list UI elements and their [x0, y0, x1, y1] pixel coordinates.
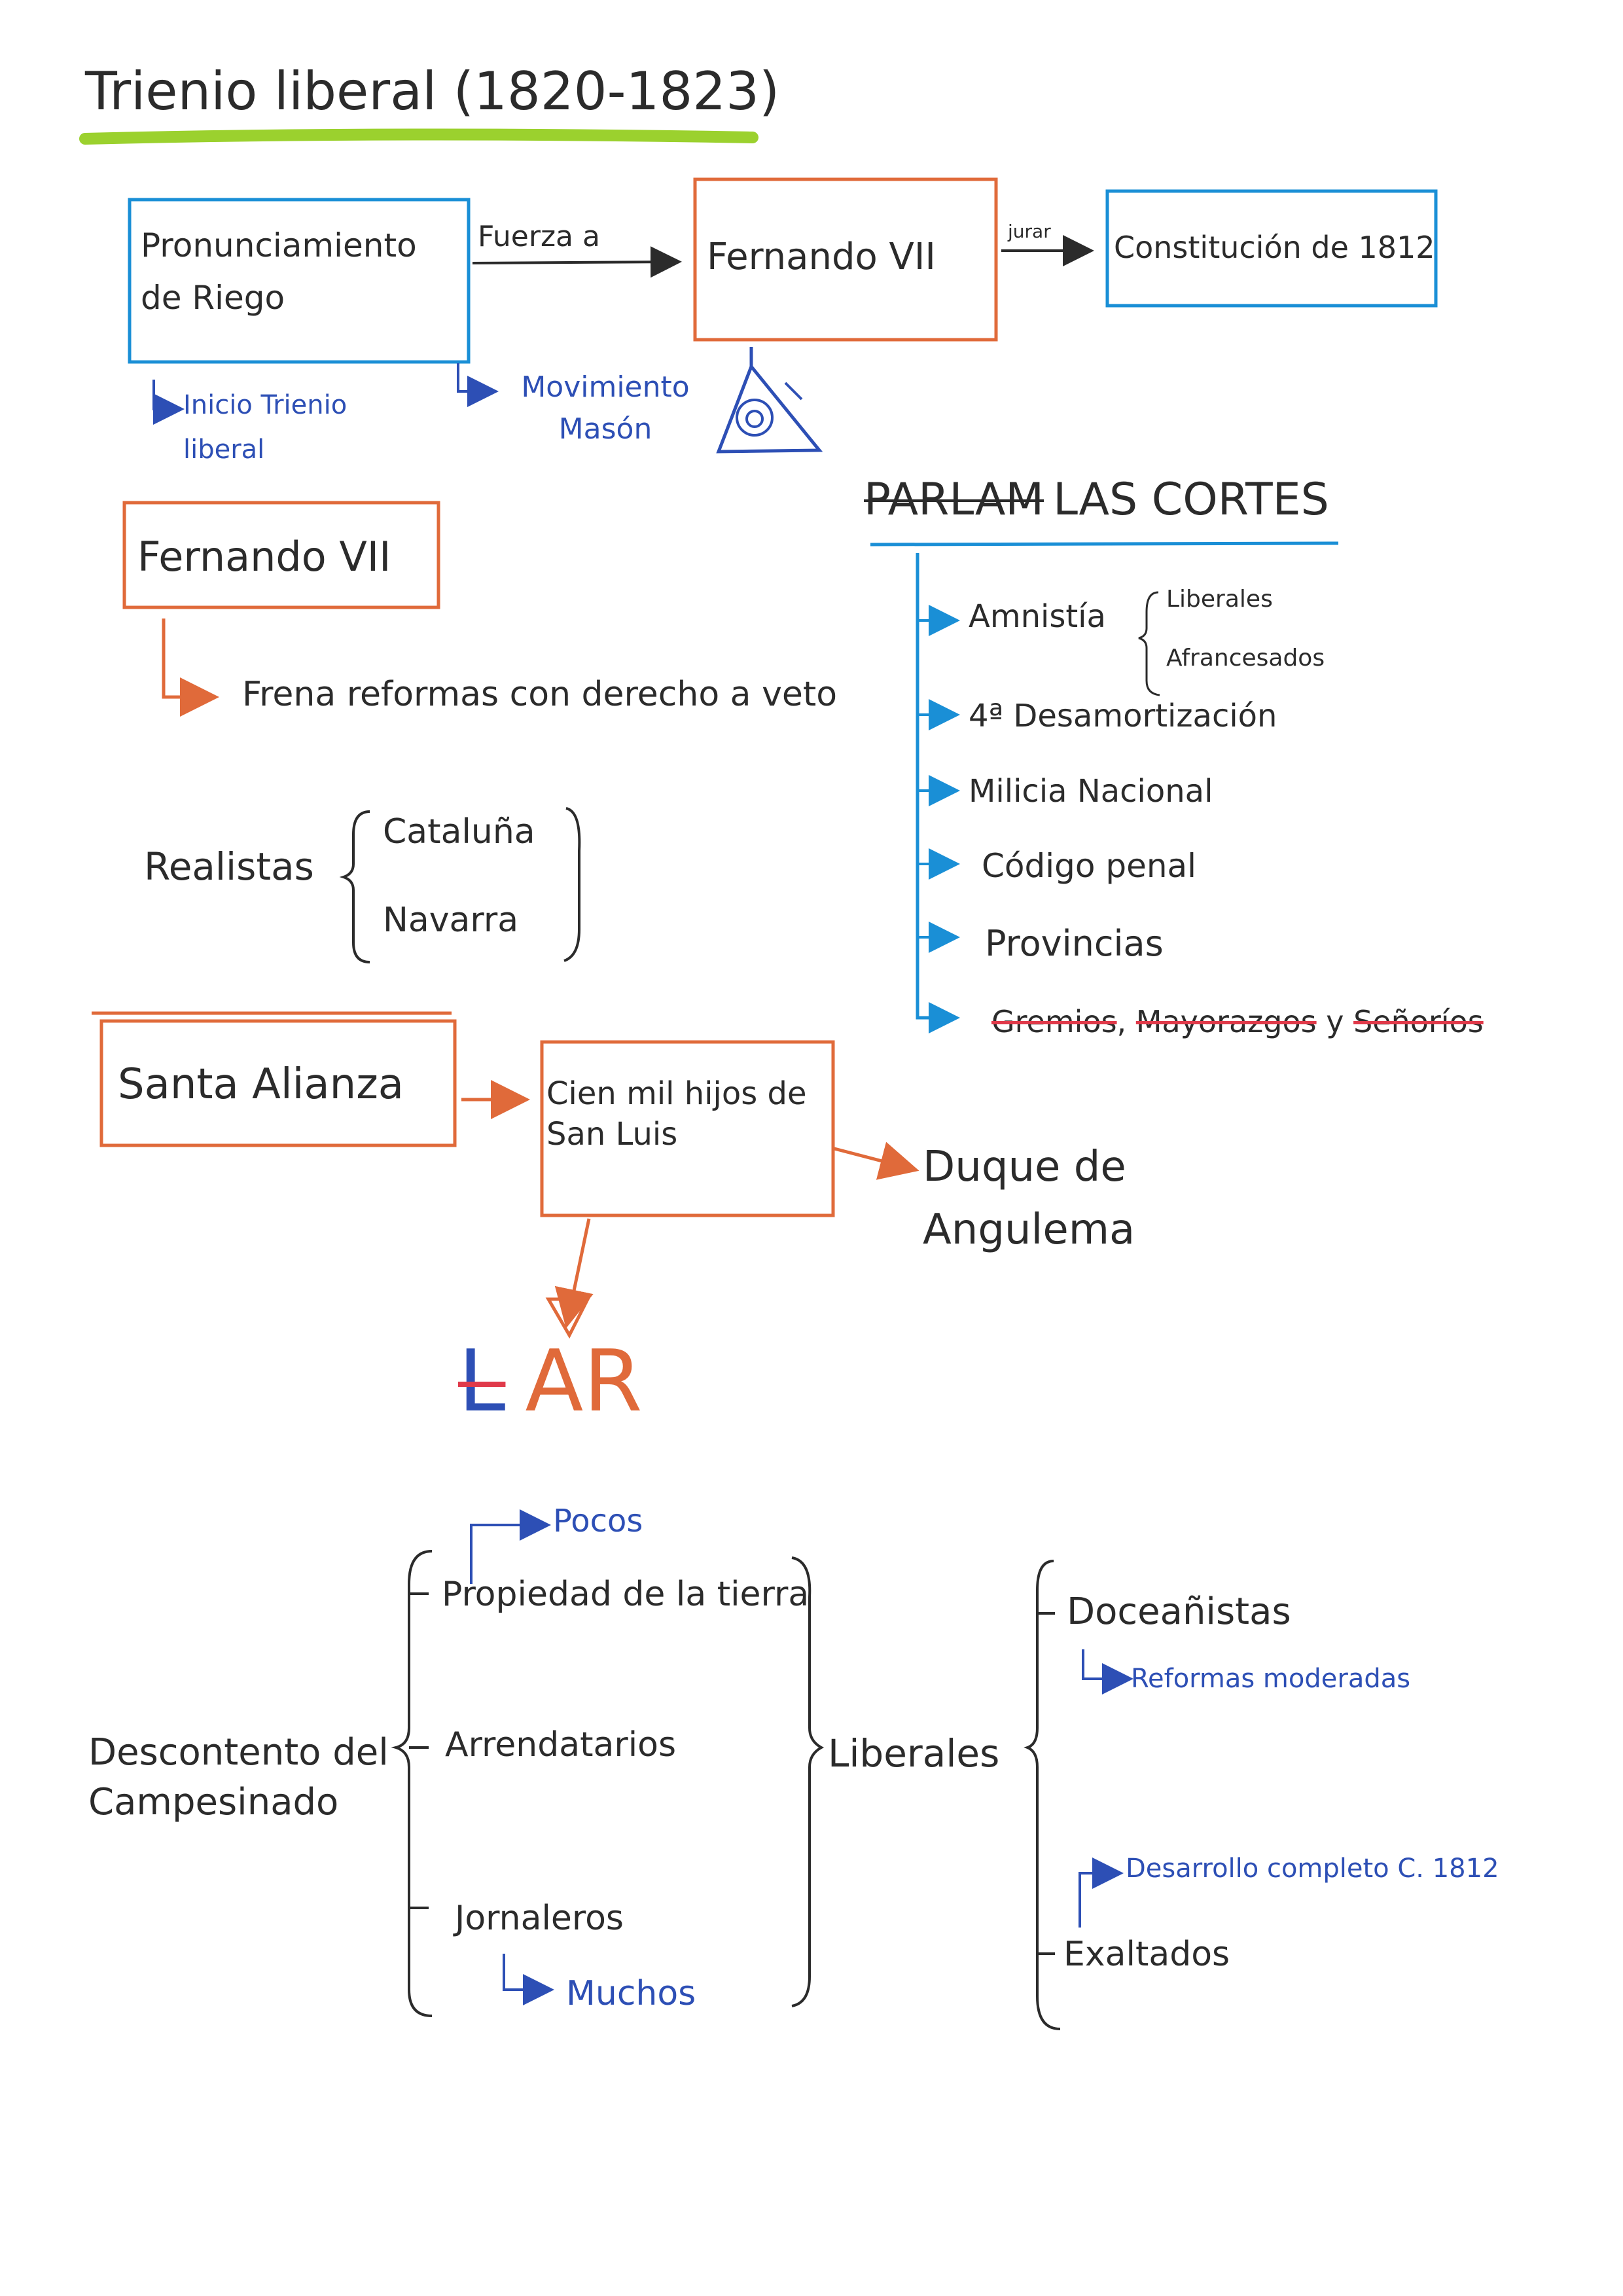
cortes-heading: PARLAM LAS CORTES	[864, 478, 1329, 522]
inicio-label: Inicio Trienio liberal	[183, 390, 348, 465]
desarrollo-arrow	[1079, 1857, 1124, 1928]
cortes-item-codigo: Código penal	[982, 847, 1197, 885]
duque-label: Duque de Angulema	[923, 1143, 1135, 1254]
realistas-cataluna: Cataluña	[383, 812, 535, 852]
fuerza-arrow	[472, 246, 682, 278]
title-underline	[79, 128, 758, 145]
struck-letter: L	[458, 1331, 506, 1431]
exaltados-label: Exaltados	[1063, 1935, 1230, 1974]
abolished-mayorazgos: Mayorazgos	[1135, 1004, 1317, 1039]
frena-note: Frena reformas con derecho a veto	[242, 675, 838, 714]
abolished-senorios: Señoríos	[1353, 1004, 1484, 1039]
cortes-item-milicia: Milicia Nacional	[969, 773, 1213, 810]
movimiento-label: Movimiento Masón	[521, 370, 690, 446]
realistas-label: Realistas	[144, 844, 314, 889]
realistas-navarra: Navarra	[383, 901, 519, 940]
muchos-arrow	[503, 1954, 554, 2005]
campesinado-jornaleros: Jornaleros	[455, 1899, 624, 1938]
riego-label: Pronunciamiento de Riego	[141, 226, 417, 317]
cortes-spine	[916, 553, 949, 1020]
liberales-label: Liberales	[828, 1731, 1000, 1776]
abolished-gremios: Gremios	[991, 1004, 1117, 1039]
reformas-label: Reformas moderadas	[1131, 1664, 1411, 1694]
amnistia-liberales: Liberales	[1166, 586, 1273, 613]
eye-triangle-icon	[716, 347, 823, 454]
fuerza-label: Fuerza a	[478, 220, 600, 253]
cortes-title: LAS CORTES	[1053, 474, 1329, 526]
alianza-label: Santa Alianza	[118, 1060, 404, 1109]
campesinado-arrendatarios: Arrendatarios	[445, 1725, 677, 1765]
amnistia-brace	[1138, 591, 1160, 696]
realistas-brace-right	[563, 807, 581, 962]
campesinado-brace-right	[791, 1556, 825, 2007]
campesinado-propiedad: Propiedad de la tierra	[442, 1575, 810, 1614]
muchos-label: Muchos	[566, 1974, 696, 2013]
abolished-sep-2: y	[1316, 1004, 1354, 1039]
desarrollo-label: Desarrollo completo C. 1812	[1126, 1854, 1499, 1884]
reformas-arrow	[1082, 1649, 1133, 1695]
fernando-label-1: Fernando VII	[707, 236, 936, 278]
cortes-item-desamortizacion: 4ª Desamortización	[969, 698, 1277, 734]
pocos-label: Pocos	[553, 1503, 643, 1539]
duque-arrow	[834, 1141, 919, 1180]
cortes-abolished: Gremios, Mayorazgos y Señoríos	[991, 1007, 1484, 1037]
fernando-label-2: Fernando VII	[137, 533, 391, 581]
cortes-underline	[870, 541, 1339, 547]
cien-label: Cien mil hijos de San Luis	[546, 1075, 807, 1153]
constitucion-label: Constitución de 1812	[1114, 230, 1435, 265]
result-text: AR	[525, 1331, 643, 1431]
cortes-struck: PARLAM	[864, 474, 1044, 526]
cortes-item-provincias: Provincias	[985, 923, 1164, 964]
result-label: L AR	[458, 1338, 643, 1424]
amnistia-afrancesados: Afrancesados	[1166, 645, 1325, 672]
realistas-brace	[339, 810, 370, 963]
abolished-sep-1: ,	[1116, 1004, 1127, 1039]
cortes-item-amnistia: Amnistía	[969, 598, 1106, 635]
campesinado-label: Descontento del Campesinado	[88, 1731, 389, 1823]
movimiento-arrow	[457, 363, 499, 407]
liberales-brace	[1024, 1560, 1061, 2030]
inicio-arrow	[152, 380, 185, 425]
page-title: Trienio liberal (1820-1823)	[85, 61, 780, 122]
doceanistas-label: Doceañistas	[1067, 1590, 1291, 1633]
frena-arrow	[162, 619, 219, 717]
jurar-label: jurar	[1008, 221, 1051, 242]
